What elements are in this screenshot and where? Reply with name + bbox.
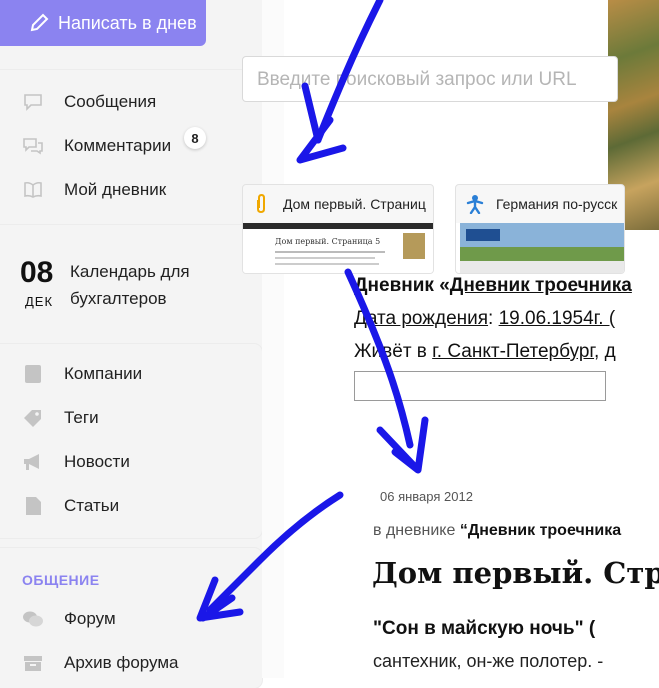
- book-icon: [22, 180, 44, 200]
- sidebar-item-label: Форум: [64, 609, 116, 628]
- post-source-prefix: в дневнике: [373, 522, 460, 539]
- calendar-title[interactable]: Календарь для бухгалтеров: [70, 258, 260, 312]
- pencil-icon: [28, 12, 50, 34]
- forum-icon: [22, 609, 44, 629]
- chat-icon: [22, 92, 44, 112]
- section-title-community: ОБЩЕНИЕ: [22, 572, 100, 588]
- sidebar-item-my-diary[interactable]: Мой дневник: [22, 180, 166, 200]
- tile-title: Дом первый. Страниц: [283, 196, 426, 212]
- search-input[interactable]: [255, 57, 599, 103]
- birthdate-value-link[interactable]: 19.06.1954г. (: [499, 308, 616, 329]
- post-text: сантехник, он-же полотер. -: [373, 651, 604, 671]
- diary-birthdate-line: Дата рождения: 19.06.1954г. (: [354, 308, 615, 330]
- sidebar-item-label: Статьи: [64, 496, 120, 515]
- calendar-day: 08: [20, 256, 54, 289]
- post-subtitle: "Сон в майскую ночь" (: [373, 618, 596, 639]
- post-date: 06 января 2012: [380, 489, 473, 504]
- comments-icon: [22, 136, 44, 156]
- diary-location-line: Живёт в г. Санкт-Петербург, д: [354, 341, 616, 363]
- sidebar-item-messages[interactable]: Сообщения: [22, 92, 156, 112]
- sidebar-item-comments[interactable]: Комментарии: [22, 136, 171, 156]
- tile-thumbnail: [456, 223, 624, 273]
- birthdate-sep: :: [488, 308, 499, 329]
- sidebar-item-label: Сообщения: [64, 92, 157, 111]
- comments-count-badge: 8: [184, 127, 206, 149]
- post-source-link[interactable]: “Дневник троечника: [460, 522, 621, 539]
- city-link[interactable]: г. Санкт-Петербург: [432, 341, 594, 362]
- building-icon: [22, 364, 44, 384]
- sidebar-item-articles[interactable]: Статьи: [22, 496, 119, 516]
- sidebar-item-tags[interactable]: Теги: [22, 408, 99, 428]
- person-icon: [466, 194, 484, 214]
- archive-icon: [22, 653, 44, 673]
- tile-thumbnail: Дом первый. Страница 5: [243, 223, 433, 273]
- location-prefix: Живёт в: [354, 341, 433, 362]
- post-source-line: в дневнике “Дневник троечника: [373, 522, 621, 540]
- document-icon: [22, 496, 44, 516]
- diary-title-line: Дневник «Дневник троечника: [354, 275, 632, 297]
- sidebar-item-label: Комментарии: [64, 136, 172, 155]
- location-suffix: , д: [594, 341, 616, 362]
- search-box[interactable]: [242, 56, 618, 103]
- diary-text-field[interactable]: [354, 371, 606, 401]
- sidebar-item-forum-archive[interactable]: Архив форума: [22, 653, 179, 673]
- write-in-diary-button[interactable]: Написать в днев: [0, 0, 206, 46]
- quick-tile-2[interactable]: Германия по-русск: [455, 184, 625, 274]
- sidebar-item-label: Компании: [64, 364, 143, 383]
- tile-title: Германия по-русск: [496, 196, 618, 212]
- sidebar-item-label: Новости: [64, 452, 130, 471]
- sidebar-item-label: Теги: [64, 408, 99, 427]
- diary-name-link[interactable]: Дневник троечника: [450, 275, 632, 296]
- quick-tile-1[interactable]: Дом первый. Страниц Дом первый. Страница…: [242, 184, 434, 274]
- thumb-title: Дом первый. Страница 5: [275, 237, 381, 246]
- diary-title-prefix: Дневник «: [354, 275, 450, 296]
- sidebar-item-news[interactable]: Новости: [22, 452, 130, 472]
- sidebar-item-companies[interactable]: Компании: [22, 364, 142, 384]
- tag-icon: [22, 408, 44, 428]
- post-title: Дом первый. Стра: [372, 556, 659, 590]
- write-button-label: Написать в днев: [58, 12, 197, 33]
- sidebar-item-label: Мой дневник: [64, 180, 167, 199]
- sidebar-item-label: Архив форума: [64, 653, 179, 672]
- birthdate-label-link[interactable]: Дата рождения: [354, 308, 488, 329]
- calendar-month: ДЕК: [25, 294, 54, 309]
- sidebar-item-forum[interactable]: Форум: [22, 609, 116, 629]
- megaphone-icon: [22, 452, 44, 472]
- paperclip-icon: [253, 194, 271, 214]
